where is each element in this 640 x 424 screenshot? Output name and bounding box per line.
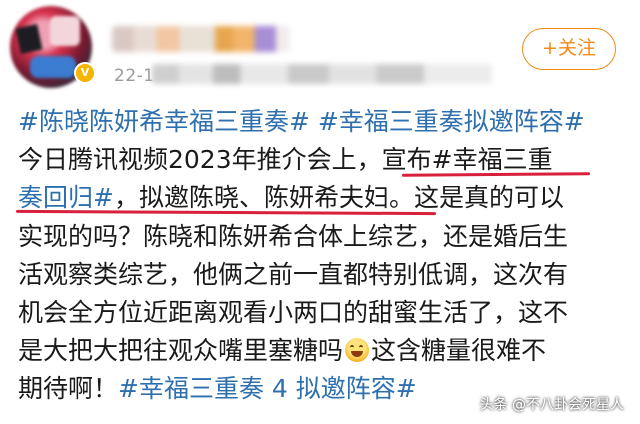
follow-button[interactable]: +关注 — [522, 28, 616, 70]
text-line: 机会全方位近距离观看小两口的甜蜜生活了，这不 — [18, 297, 569, 327]
text-segment: 是大把大把往观众嘴里塞糖吗 — [18, 336, 344, 366]
username-blurred[interactable] — [112, 26, 290, 52]
text-segment: 期待啊！ — [18, 374, 119, 404]
text-segment: 这是真的可以 — [413, 183, 564, 213]
text-segment: 今日腾讯视频2023年推介会上， — [18, 145, 382, 175]
text-line: 实现的吗？陈晓和陈妍希合体上综艺，还是婚后生 — [18, 221, 569, 251]
text-segment: 这含糖量很难不 — [371, 336, 547, 366]
grin-emoji-icon — [345, 338, 370, 363]
verified-badge-icon: V — [74, 62, 96, 84]
post-meta-blurred — [152, 64, 492, 84]
hashtag[interactable]: #幸福三重奏 4 拟邀阵容# — [118, 374, 417, 403]
hashtag[interactable]: #陈晓陈妍希幸福三重奏# #幸福三重奏拟邀阵容# — [18, 107, 585, 136]
text-line: #陈晓陈妍希幸福三重奏# #幸福三重奏拟邀阵容# — [18, 103, 628, 141]
post-body: #陈晓陈妍希幸福三重奏# #幸福三重奏拟邀阵容# 今日腾讯视频2023年推介会上… — [18, 103, 628, 409]
hashtag[interactable]: 奏回归# — [18, 183, 114, 212]
text-line: 活观察类综艺，他俩之前一直都特别低调，这次有 — [18, 259, 569, 289]
post-date: 22-1 — [114, 66, 155, 86]
post-header: V 22-1 +关注 — [0, 0, 640, 100]
watermark: 头条 @不八卦会死星人 — [479, 397, 624, 413]
text-segment: 宣布#幸福三重 — [381, 145, 553, 175]
text-segment: ，拟邀陈晓、陈妍希夫妇。 — [113, 183, 414, 213]
text-line: 是大把大把往观众嘴里塞糖吗 这含糖量很难不 — [18, 332, 628, 370]
